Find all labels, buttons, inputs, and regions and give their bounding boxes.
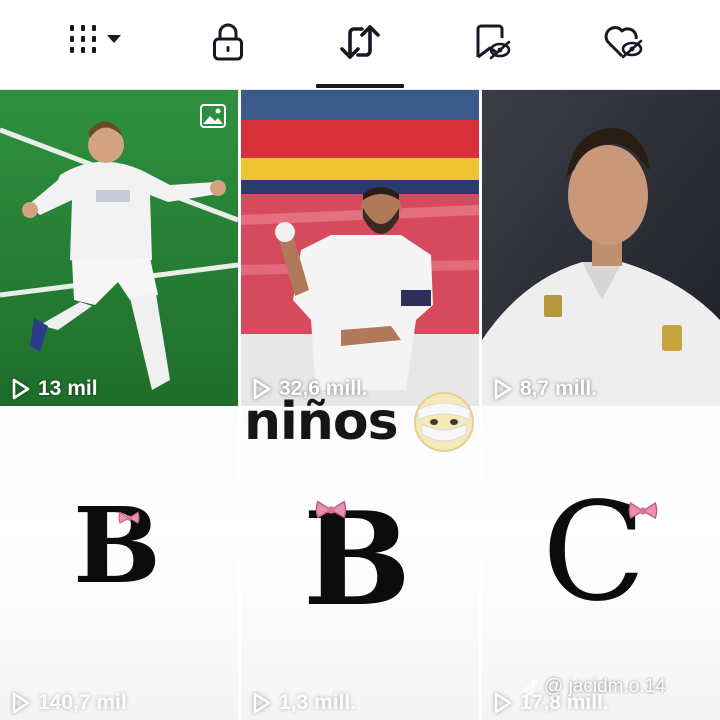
video-thumbnail-3[interactable]: 8,7 mill. [482,90,720,406]
view-count: 140,7 mil [12,690,127,716]
play-icon [494,692,512,714]
play-icon [12,692,30,714]
tab-liked[interactable] [594,22,654,80]
thumbnail-letter: B [73,484,161,607]
lock-icon [213,23,243,61]
face-with-bandage-icon [414,392,474,452]
caption-overlay-text: niños [244,392,399,452]
pink-bow-icon [315,500,347,519]
tiktok-logo-icon [524,678,539,695]
view-count-label: 13 mil [38,377,98,400]
thumbnail-image [0,90,238,406]
play-icon [253,692,271,714]
play-icon [494,378,512,400]
tab-private[interactable] [198,22,258,80]
pink-bow-icon [628,502,658,520]
active-tab-indicator [316,84,404,88]
video-thumbnail-6[interactable]: C 17,8 mill. [482,408,720,720]
play-icon [12,378,30,400]
view-count-label: 8,7 mill. [520,377,598,400]
heart-icon [604,26,643,59]
video-thumbnail-1[interactable]: 13 mil [0,90,238,406]
bookmark-icon [476,24,511,60]
tab-videos[interactable] [66,22,126,80]
video-thumbnail-5[interactable]: B 1,3 mill. [241,408,479,720]
tab-reposts[interactable] [330,22,390,80]
tab-favorites[interactable] [462,22,522,80]
video-thumbnail-2[interactable]: 32,6 mill. [241,90,479,406]
grid-icon [70,25,121,53]
photo-badge-icon [200,104,226,128]
thumbnail-image [241,90,479,406]
watermark-username: @ jacidm.o.14 [544,676,666,697]
view-count-label: 140,7 mil [38,691,127,714]
thumbnail-letter: B [302,485,412,635]
tiktok-watermark: @ jacidm.o.14 [524,676,666,698]
view-count: 8,7 mill. [494,376,597,402]
view-count: 13 mil [12,376,98,402]
pink-bow-icon [118,511,140,524]
thumbnail-letter: C [541,474,647,632]
video-thumbnail-4[interactable]: B 140,7 mil [0,408,238,720]
thumbnail-image [482,90,720,406]
view-count: 1,3 mill. [253,690,356,716]
profile-tab-bar [0,0,720,90]
repost-icon [340,25,380,59]
view-count-label: 1,3 mill. [279,691,357,714]
